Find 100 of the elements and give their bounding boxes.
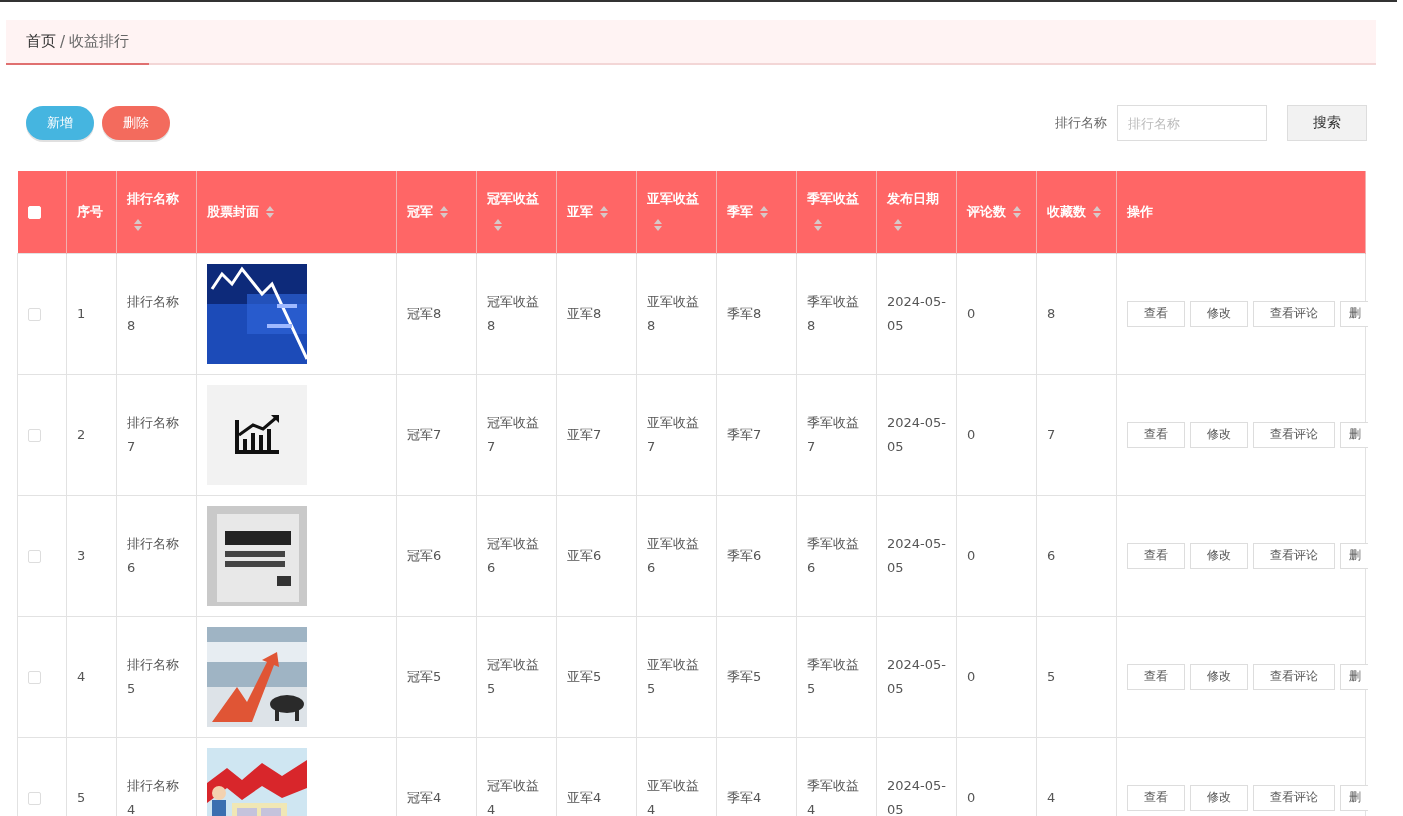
- table-cell: 冠军收益4: [487, 777, 539, 816]
- breadcrumb-separator: /: [60, 32, 66, 51]
- table-cell: 冠军4: [407, 789, 442, 805]
- table-cell: 亚军6: [567, 547, 602, 563]
- table-cell: 季军收益5: [807, 656, 859, 696]
- table-cell: 冠军收益8: [487, 293, 539, 333]
- table-cell: 4: [77, 668, 86, 684]
- table-cell: 冠军8: [407, 305, 442, 321]
- table-cell: 季军收益6: [807, 535, 859, 575]
- column-header: 亚军: [567, 203, 593, 219]
- action-button[interactable]: 查看评论: [1253, 421, 1335, 448]
- action-button[interactable]: 查看评论: [1253, 663, 1335, 690]
- action-button[interactable]: 查看评论: [1253, 784, 1335, 811]
- column-header: 发布日期: [887, 190, 939, 206]
- action-button[interactable]: 修改: [1190, 784, 1248, 811]
- table-cell: 排行名称5: [127, 656, 179, 696]
- table-cell: 亚军4: [567, 789, 602, 805]
- table-cell: 5: [77, 789, 86, 805]
- table-cell: 7: [1047, 426, 1056, 442]
- table-cell: 亚军5: [567, 668, 602, 684]
- table-cell: 排行名称4: [127, 777, 179, 816]
- row-checkbox[interactable]: [28, 670, 41, 684]
- search-button[interactable]: 搜索: [1287, 105, 1367, 141]
- action-button[interactable]: 查看: [1127, 421, 1185, 448]
- action-button[interactable]: 查看: [1127, 784, 1185, 811]
- action-button[interactable]: 查看: [1127, 663, 1185, 690]
- sort-icon[interactable]: [599, 205, 609, 220]
- sort-icon[interactable]: [653, 218, 663, 233]
- sort-icon[interactable]: [133, 218, 143, 233]
- column-header: 季军收益: [807, 190, 859, 206]
- select-all-checkbox[interactable]: [27, 205, 41, 219]
- column-header: 冠军: [407, 203, 433, 219]
- action-button[interactable]: 修改: [1190, 421, 1248, 448]
- column-header: 收藏数: [1047, 203, 1086, 219]
- row-checkbox[interactable]: [28, 791, 41, 805]
- table-cell: 0: [967, 789, 976, 805]
- sort-icon[interactable]: [439, 205, 449, 220]
- breadcrumb-home[interactable]: 首页: [26, 32, 56, 51]
- action-button[interactable]: 修改: [1190, 542, 1248, 569]
- action-button[interactable]: 查看评论: [1253, 300, 1335, 327]
- sort-icon[interactable]: [493, 218, 503, 233]
- action-button[interactable]: 删: [1340, 542, 1368, 569]
- action-button[interactable]: 删: [1340, 300, 1368, 327]
- column-header: 季军: [727, 203, 753, 219]
- sort-icon[interactable]: [1092, 205, 1102, 220]
- column-header: 操作: [1127, 203, 1153, 219]
- sort-icon[interactable]: [893, 218, 903, 233]
- sort-icon[interactable]: [1012, 205, 1022, 220]
- table-cell: 2024-05-05: [887, 777, 946, 816]
- table-cell: 冠军5: [407, 668, 442, 684]
- action-button[interactable]: 修改: [1190, 663, 1248, 690]
- column-header: 序号: [77, 203, 103, 219]
- action-button[interactable]: 查看: [1127, 542, 1185, 569]
- table-cell: 季军4: [727, 789, 762, 805]
- table-cell: 1: [77, 305, 86, 321]
- action-button[interactable]: 删: [1340, 663, 1368, 690]
- row-checkbox[interactable]: [28, 307, 41, 321]
- table-cell: 8: [1047, 305, 1056, 321]
- table-cell: 亚军收益4: [647, 777, 699, 816]
- action-button[interactable]: 删: [1340, 421, 1368, 448]
- action-button[interactable]: 删: [1340, 784, 1368, 811]
- search-label: 排行名称: [1055, 114, 1107, 132]
- table-cell: 季军收益4: [807, 777, 859, 816]
- table-cell: 2024-05-05: [887, 656, 946, 696]
- table-cell: 冠军收益6: [487, 535, 539, 575]
- sort-icon[interactable]: [265, 205, 275, 220]
- table-cell: 0: [967, 668, 976, 684]
- action-button[interactable]: 修改: [1190, 300, 1248, 327]
- table-cell: 4: [1047, 789, 1056, 805]
- column-header: 冠军收益: [487, 190, 539, 206]
- table-cell: 2024-05-05: [887, 293, 946, 333]
- table-cell: 亚军收益8: [647, 293, 699, 333]
- table-cell: 季军收益8: [807, 293, 859, 333]
- breadcrumb-current: 收益排行: [69, 32, 130, 51]
- table-cell: 季军8: [727, 305, 762, 321]
- column-header: 评论数: [967, 203, 1006, 219]
- table-cell: 2: [77, 426, 86, 442]
- sort-icon[interactable]: [813, 218, 823, 233]
- action-button[interactable]: 查看: [1127, 300, 1185, 327]
- table-cell: 排行名称6: [127, 535, 179, 575]
- action-button[interactable]: 查看评论: [1253, 542, 1335, 569]
- table-cell: 3: [77, 547, 86, 563]
- table-cell: 季军6: [727, 547, 762, 563]
- table-cell: 排行名称7: [127, 414, 179, 454]
- column-header: 股票封面: [207, 203, 259, 219]
- search-field[interactable]: 排行名称: [1117, 105, 1267, 141]
- table-cell: 6: [1047, 547, 1056, 563]
- table-cell: 亚军收益6: [647, 535, 699, 575]
- table-cell: 冠军收益5: [487, 656, 539, 696]
- table-cell: 亚军收益7: [647, 414, 699, 454]
- table-cell: 冠军7: [407, 426, 442, 442]
- row-checkbox[interactable]: [28, 549, 41, 563]
- table-cell: 0: [967, 426, 976, 442]
- row-checkbox[interactable]: [28, 428, 41, 442]
- table-cell: 2024-05-05: [887, 414, 946, 454]
- table-cell: 亚军7: [567, 426, 602, 442]
- sort-icon[interactable]: [759, 205, 769, 220]
- table-cell: 季军收益7: [807, 414, 859, 454]
- column-header: 排行名称: [127, 190, 179, 206]
- table-cell: 亚军8: [567, 305, 602, 321]
